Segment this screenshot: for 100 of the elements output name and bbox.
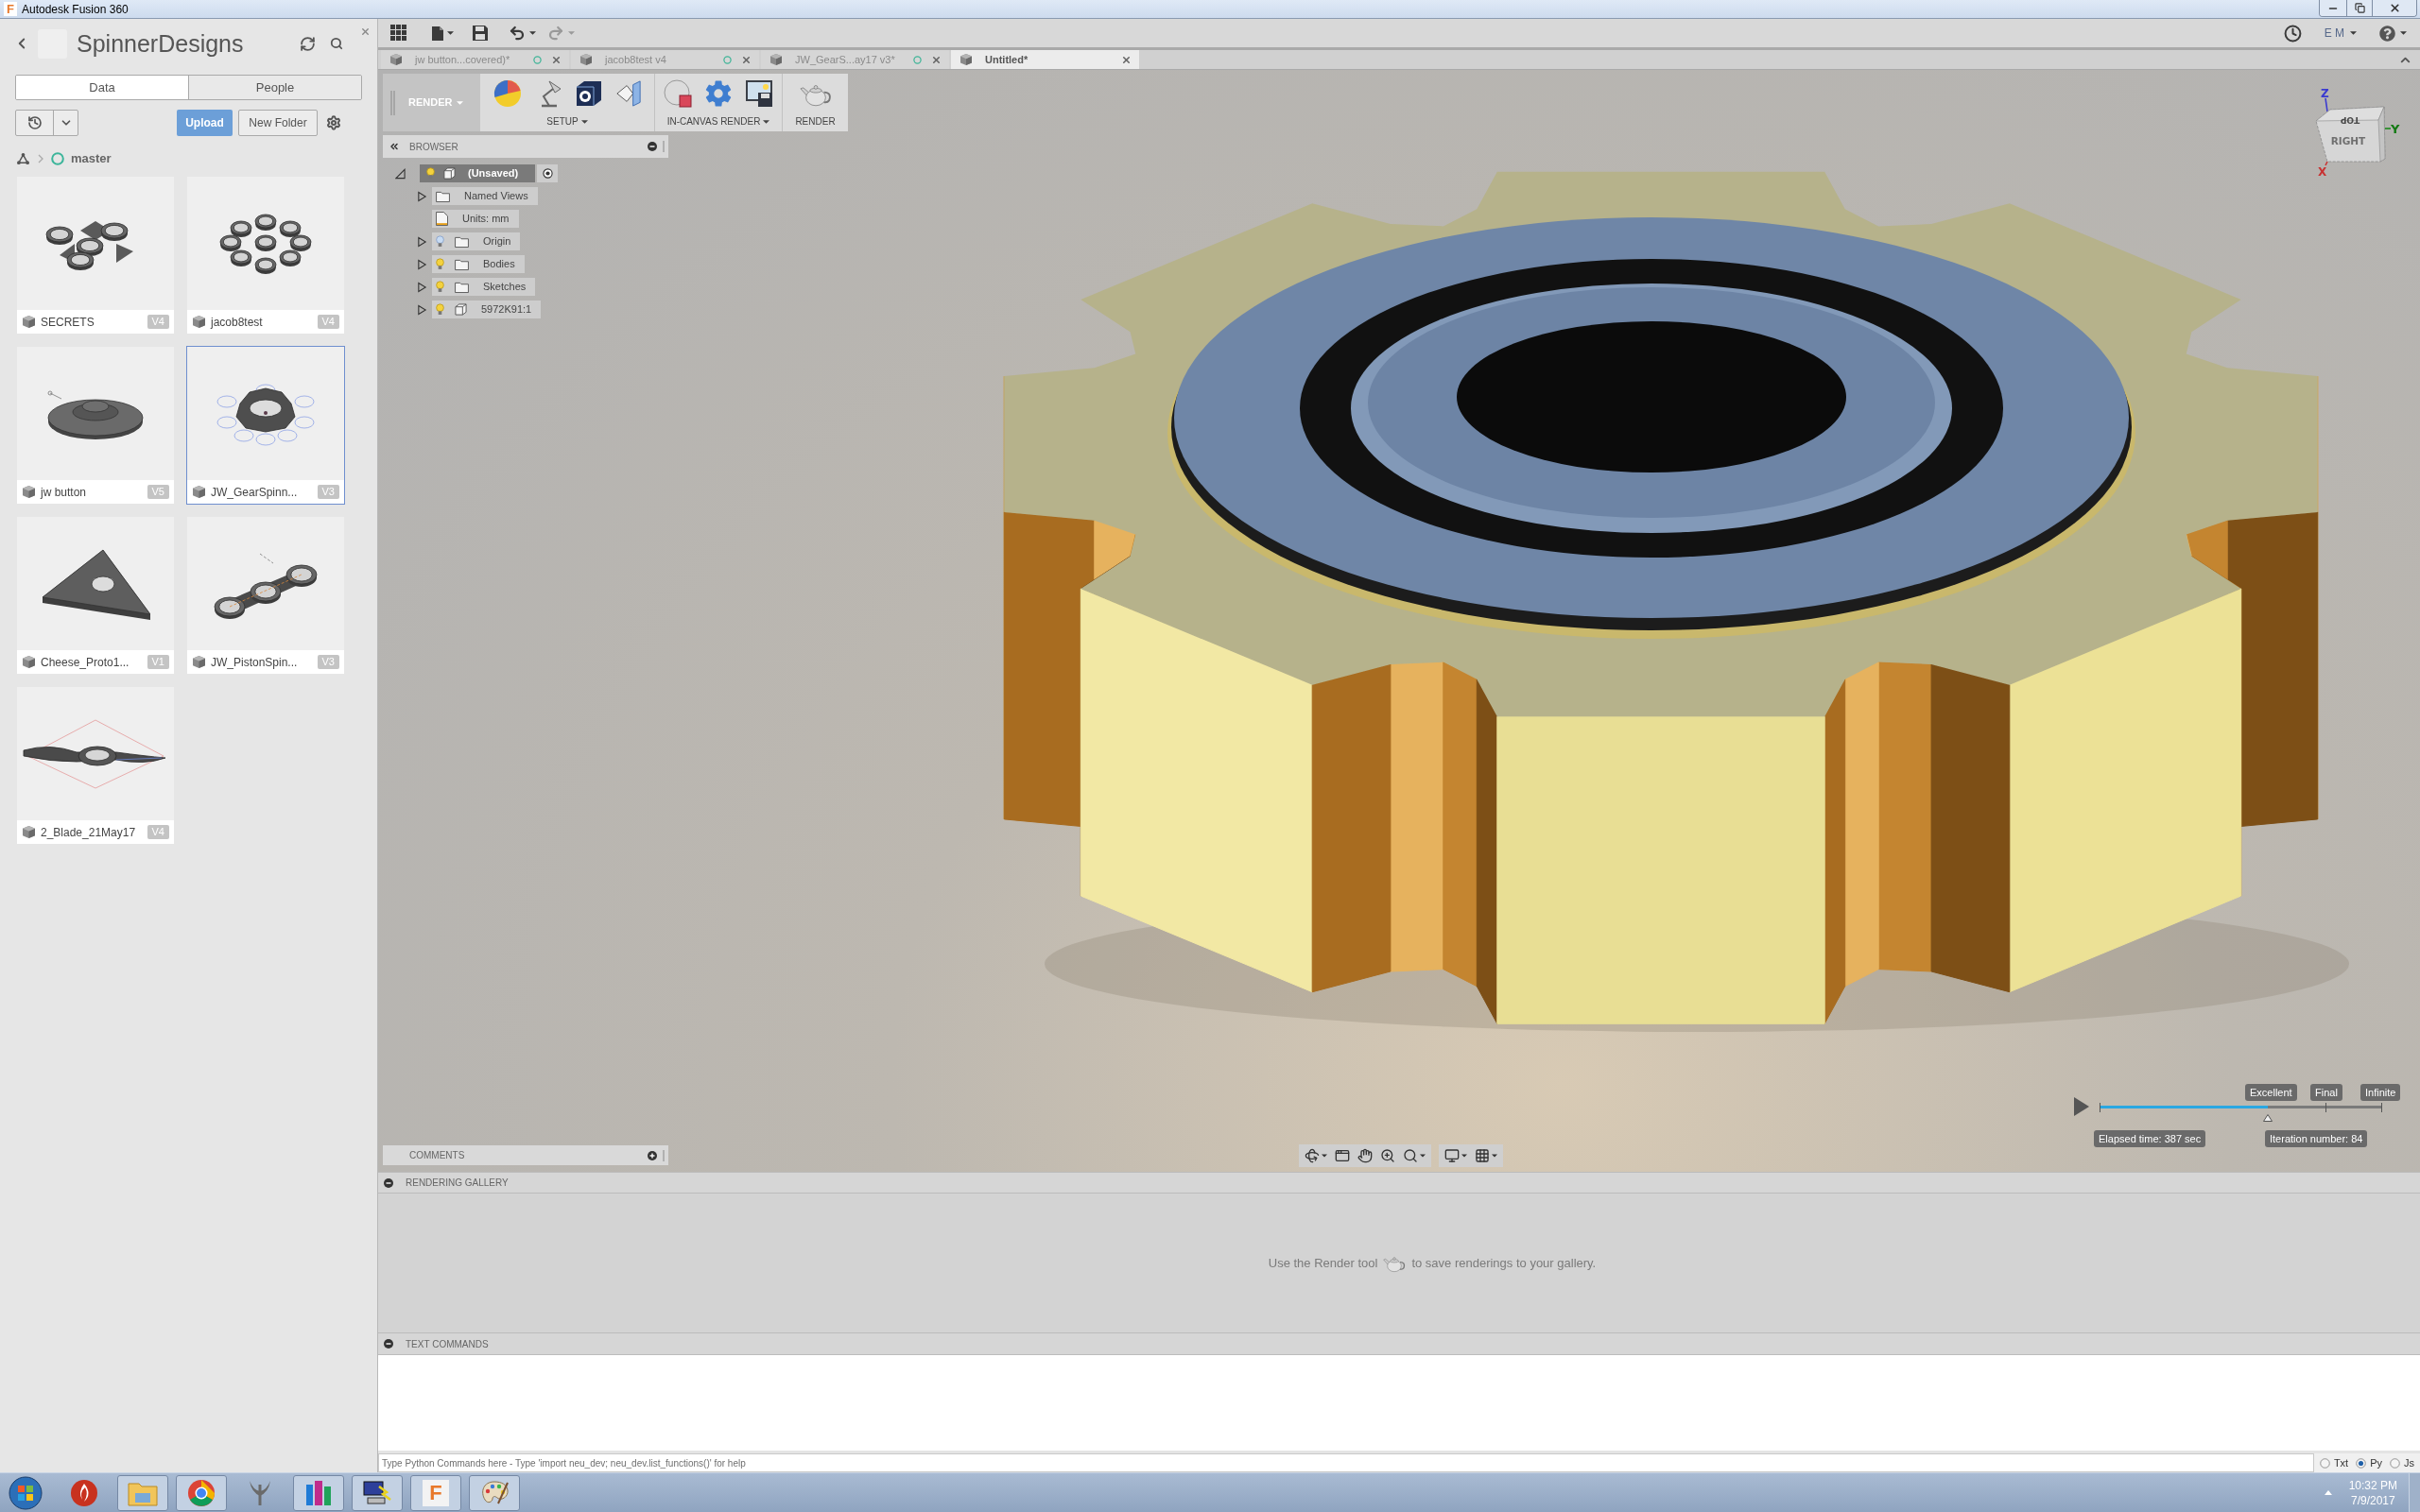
branch-circle-icon bbox=[51, 152, 64, 165]
refresh-icon[interactable] bbox=[300, 35, 316, 52]
colored-bars-icon bbox=[304, 1478, 333, 1507]
quality-slider-track[interactable] bbox=[2100, 1103, 2382, 1112]
close-tab-icon[interactable] bbox=[551, 54, 562, 65]
play-icon[interactable] bbox=[2074, 1097, 2089, 1116]
tree-root-item[interactable]: (Unsaved) bbox=[420, 164, 535, 182]
tree-item[interactable]: Bodies bbox=[432, 255, 525, 273]
mode-radio[interactable]: Py bbox=[2356, 1454, 2382, 1471]
expand-arrow-icon[interactable] bbox=[417, 190, 427, 202]
file-card[interactable]: SECRETS V4 bbox=[16, 176, 175, 335]
expand-arrow-icon[interactable] bbox=[417, 281, 427, 293]
tree-item[interactable]: Units: mm bbox=[432, 210, 519, 228]
panel-tab[interactable]: People bbox=[188, 76, 361, 99]
pan-button[interactable] bbox=[1357, 1148, 1373, 1163]
cube-icon bbox=[23, 486, 35, 498]
file-card[interactable]: JW_PistonSpin... V3 bbox=[186, 516, 345, 675]
version-badge: V4 bbox=[317, 315, 339, 329]
view-cube[interactable]: Z Y X TOP RIGHT bbox=[2307, 83, 2401, 178]
tree-item[interactable]: Named Views bbox=[432, 187, 538, 205]
gallery-hint: to save renderings to your gallery. bbox=[1411, 1254, 1597, 1272]
light-bulb-icon[interactable] bbox=[436, 303, 444, 316]
version-badge: V4 bbox=[147, 825, 169, 839]
tool-group-menu[interactable]: IN-CANVAS RENDER bbox=[666, 114, 770, 129]
settings-icon[interactable] bbox=[326, 115, 341, 130]
grid-icon bbox=[1475, 1148, 1490, 1163]
color-sphere-icon[interactable] bbox=[493, 79, 522, 108]
file-card[interactable]: jacob8test V4 bbox=[186, 176, 345, 335]
version-badge: V3 bbox=[317, 655, 339, 669]
tree-item[interactable]: Origin bbox=[432, 232, 521, 250]
expand-arrow-icon[interactable] bbox=[417, 303, 427, 316]
minus-circle-icon[interactable] bbox=[384, 1177, 393, 1188]
folder-icon bbox=[455, 235, 469, 248]
caret-down-icon bbox=[1492, 1154, 1497, 1158]
light-bulb-icon[interactable] bbox=[436, 258, 444, 270]
tree-item[interactable]: Sketches bbox=[432, 278, 536, 296]
minus-circle-icon[interactable] bbox=[648, 142, 657, 151]
orbit-button[interactable] bbox=[1305, 1148, 1327, 1163]
file-card[interactable]: JW_GearSpinn... V3 bbox=[186, 346, 345, 505]
mode-radio[interactable]: Txt bbox=[2319, 1454, 2349, 1471]
close-tab-icon[interactable] bbox=[741, 54, 752, 65]
minus-circle-icon[interactable] bbox=[384, 1339, 393, 1349]
diamond-plane-icon[interactable] bbox=[614, 79, 642, 108]
save-icon[interactable] bbox=[473, 26, 488, 41]
panel-tab[interactable]: Data bbox=[16, 76, 188, 99]
collapse-panel-icon[interactable] bbox=[389, 141, 400, 152]
gallery-hint: Use the Render tool bbox=[1268, 1254, 1378, 1272]
history-dropdown[interactable] bbox=[15, 110, 78, 136]
textured-cube-icon[interactable] bbox=[574, 79, 603, 108]
command-input[interactable]: Type Python Commands here - Type 'import neu_dev; neu_dev.list_functions()' for help bbox=[378, 1453, 2314, 1472]
quality-mark-label: Infinite bbox=[2360, 1084, 2401, 1101]
document-tab[interactable]: Untitled* bbox=[951, 50, 1139, 69]
close-icon[interactable] bbox=[360, 26, 371, 37]
progress-marker-icon[interactable] bbox=[2262, 1114, 2273, 1122]
help-menu-button[interactable] bbox=[2379, 25, 2407, 42]
branch-name[interactable]: master bbox=[71, 149, 112, 168]
light-bulb-icon[interactable] bbox=[436, 235, 444, 248]
file-name: JW_GearSpinn... bbox=[211, 484, 298, 501]
grip-handle-icon[interactable] bbox=[663, 141, 665, 152]
activate-button[interactable] bbox=[537, 164, 558, 182]
tree-item[interactable]: 5972K91:1 bbox=[432, 301, 542, 318]
grip-handle-icon[interactable] bbox=[663, 1149, 665, 1161]
file-card[interactable]: 2_Blade_21May17 V4 bbox=[16, 686, 175, 845]
look-at-button[interactable] bbox=[1335, 1148, 1350, 1163]
expand-arrow-icon[interactable] bbox=[417, 258, 427, 270]
image-save-icon[interactable] bbox=[745, 79, 773, 108]
search-icon[interactable] bbox=[330, 37, 343, 50]
grip-handle-icon[interactable] bbox=[390, 90, 395, 115]
expand-arrow-icon[interactable] bbox=[417, 235, 427, 248]
version-badge: V4 bbox=[147, 315, 169, 329]
app-grid-icon[interactable] bbox=[390, 25, 407, 42]
close-button[interactable] bbox=[2372, 0, 2416, 16]
zoom-window-button[interactable] bbox=[1403, 1148, 1426, 1163]
user-menu-button[interactable]: E M bbox=[2324, 25, 2357, 42]
file-menu-button[interactable] bbox=[432, 26, 454, 41]
component-box-icon bbox=[455, 303, 467, 316]
close-tab-icon[interactable] bbox=[931, 54, 942, 65]
app-logo: F bbox=[423, 1479, 449, 1506]
clock-icon[interactable] bbox=[2283, 24, 2302, 43]
folder-icon bbox=[455, 281, 469, 293]
close-tab-icon[interactable] bbox=[1121, 54, 1132, 65]
new-folder-button[interactable]: New Folder bbox=[238, 110, 318, 136]
grid-button[interactable] bbox=[1475, 1148, 1497, 1163]
caret-down-icon bbox=[1461, 1154, 1467, 1158]
flame-ball-icon bbox=[70, 1478, 98, 1507]
project-title: SpinnerDesigns bbox=[77, 31, 244, 56]
mode-radio[interactable]: Js bbox=[2390, 1454, 2414, 1471]
display-button[interactable] bbox=[1444, 1148, 1467, 1163]
hub-icon[interactable] bbox=[17, 153, 29, 164]
zoom-button[interactable] bbox=[1380, 1148, 1395, 1163]
sphere-stop-icon[interactable] bbox=[664, 79, 692, 108]
version-badge: V3 bbox=[317, 485, 339, 499]
restore-button[interactable] bbox=[2346, 0, 2372, 16]
light-bulb-icon[interactable] bbox=[436, 281, 444, 293]
gear-icon[interactable] bbox=[704, 79, 733, 108]
undo-button[interactable] bbox=[509, 25, 536, 42]
plus-circle-icon[interactable] bbox=[648, 1150, 657, 1160]
taskbar-button[interactable] bbox=[352, 1474, 403, 1511]
expand-arrow-icon[interactable] bbox=[395, 167, 406, 180]
tool-group-menu[interactable]: SETUP bbox=[546, 114, 588, 129]
